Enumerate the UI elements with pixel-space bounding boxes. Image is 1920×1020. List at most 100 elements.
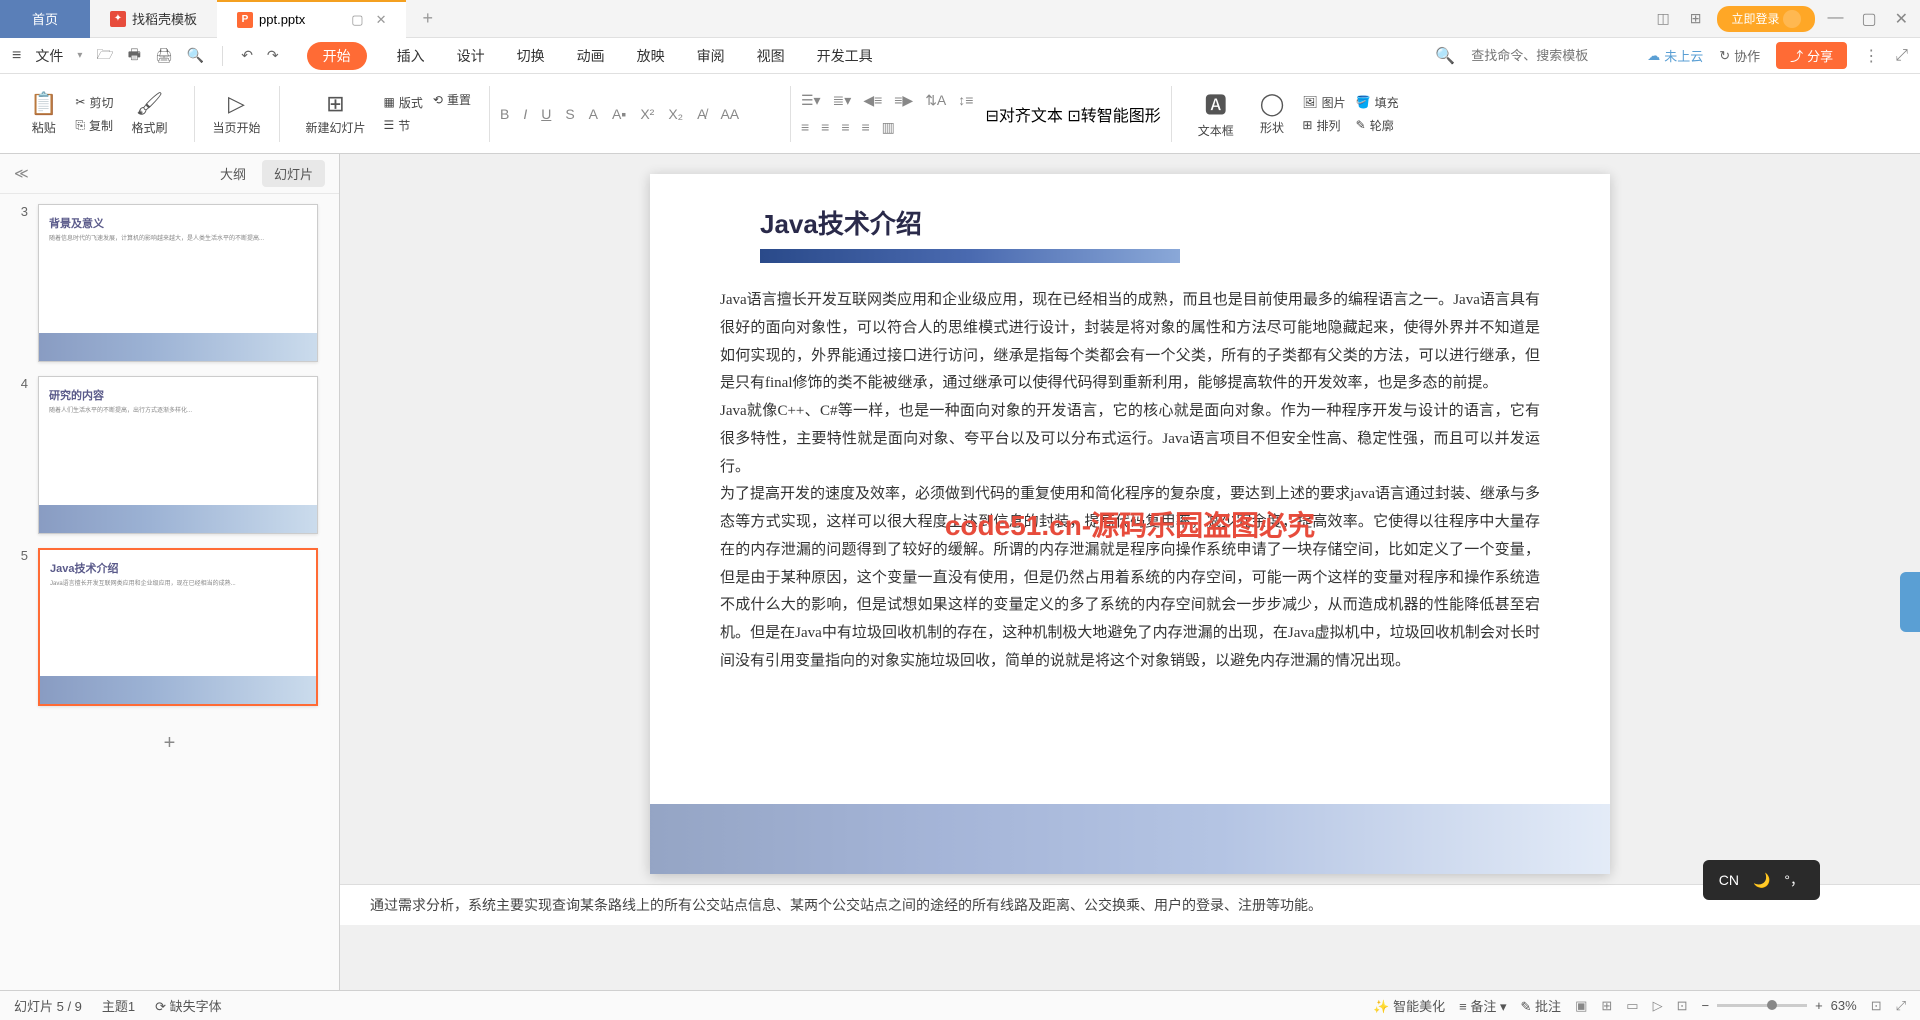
view-reading-icon[interactable]: ▭ bbox=[1626, 998, 1638, 1014]
italic-icon[interactable]: I bbox=[523, 106, 527, 122]
align-center-icon[interactable]: ≡ bbox=[821, 119, 829, 136]
strikethrough-icon[interactable]: S bbox=[565, 106, 574, 122]
slide-canvas[interactable]: Java技术介绍 Java语言擅长开发互联网类应用和企业级应用，现在已经相当的成… bbox=[650, 174, 1610, 874]
bold-icon[interactable]: B bbox=[500, 106, 509, 122]
right-panel-tab[interactable] bbox=[1900, 572, 1920, 632]
text-direction-icon[interactable]: ⇅A bbox=[925, 92, 946, 109]
new-tab-button[interactable]: + bbox=[406, 8, 449, 29]
slide-thumb-5[interactable]: 5 Java技术介绍 Java语言擅长开发互联网类应用和企业级应用，现在已经相当… bbox=[14, 548, 325, 706]
hamburger-icon[interactable]: ≡ bbox=[12, 47, 21, 65]
missing-font-indicator[interactable]: ⟳ 缺失字体 bbox=[155, 996, 222, 1015]
beautify-button[interactable]: ✨ 智能美化 bbox=[1373, 996, 1445, 1015]
copy-button[interactable]: ⎘复制 bbox=[75, 117, 113, 134]
collab-button[interactable]: ↻ 协作 bbox=[1719, 46, 1760, 65]
clear-format-icon[interactable]: A̸ bbox=[697, 106, 706, 122]
fit-icon[interactable]: ⊡ bbox=[1871, 998, 1882, 1014]
numbering-icon[interactable]: ≣▾ bbox=[833, 92, 852, 109]
more-icon[interactable]: ⋮ bbox=[1863, 46, 1879, 66]
underline-icon[interactable]: U bbox=[541, 106, 551, 122]
save-icon[interactable]: 🖶 bbox=[128, 44, 141, 68]
align-justify-icon[interactable]: ≡ bbox=[861, 119, 869, 136]
menu-tab-start[interactable]: 开始 bbox=[307, 42, 367, 70]
notes-button[interactable]: ≡ 备注 ▾ bbox=[1459, 996, 1506, 1015]
align-left-icon[interactable]: ≡ bbox=[801, 119, 809, 136]
cloud-status[interactable]: ☁ 未上云 bbox=[1647, 46, 1703, 65]
menu-tab-view[interactable]: 视图 bbox=[755, 42, 787, 70]
textbox-button[interactable]: 🅰 文本框 bbox=[1190, 88, 1242, 139]
view-slideshow-icon[interactable]: ▷ bbox=[1653, 998, 1663, 1014]
font-effects-icon[interactable]: AA bbox=[720, 106, 739, 122]
menu-tab-slideshow[interactable]: 放映 bbox=[635, 42, 667, 70]
section-button[interactable]: ☰节 bbox=[384, 117, 423, 134]
slide-thumb-3[interactable]: 3 背景及意义 随着信息时代的飞速发展，计算机的影响越来越大，是人类生活水平的不… bbox=[14, 204, 325, 362]
zoom-slider[interactable] bbox=[1717, 1004, 1807, 1007]
reset-button[interactable]: ⟲重置 bbox=[433, 91, 471, 108]
search-icon[interactable]: 🔍 bbox=[1435, 46, 1455, 66]
fill-button[interactable]: 🪣填充 bbox=[1356, 94, 1399, 111]
tab-close-icon[interactable]: ✕ bbox=[376, 12, 387, 28]
undo-icon[interactable]: ↶ bbox=[241, 47, 253, 64]
collapse-sidebar-icon[interactable]: ≪ bbox=[14, 165, 29, 182]
maximize-icon[interactable]: ▢ bbox=[1861, 9, 1876, 29]
comments-button[interactable]: ✎ 批注 bbox=[1521, 996, 1562, 1015]
login-button[interactable]: 立即登录 bbox=[1717, 6, 1815, 32]
layout-button[interactable]: ▦版式 bbox=[384, 94, 423, 111]
share-button[interactable]: ⤴ 分享 bbox=[1776, 42, 1847, 69]
home-tab[interactable]: 首页 bbox=[0, 0, 90, 38]
file-menu[interactable]: 文件 bbox=[35, 46, 63, 66]
fullscreen-icon[interactable]: ⤢ bbox=[1896, 998, 1906, 1014]
menu-tab-design[interactable]: 设计 bbox=[455, 42, 487, 70]
align-right-icon[interactable]: ≡ bbox=[841, 119, 849, 136]
view-sorter-icon[interactable]: ⊞ bbox=[1601, 998, 1612, 1014]
file-tab[interactable]: P ppt.pptx ▢ ✕ bbox=[217, 0, 406, 38]
zoom-out-icon[interactable]: − bbox=[1701, 998, 1709, 1013]
cut-button[interactable]: ✂剪切 bbox=[75, 94, 113, 111]
template-tab[interactable]: ✦ 找稻壳模板 bbox=[90, 0, 217, 38]
zoom-in-icon[interactable]: + bbox=[1815, 998, 1823, 1013]
view-grid-icon[interactable]: ⊡ bbox=[1677, 998, 1688, 1014]
indent-decrease-icon[interactable]: ◀≡ bbox=[863, 92, 882, 109]
print-icon[interactable]: 🖨 bbox=[155, 47, 173, 64]
tab-window-icon[interactable]: ▢ bbox=[351, 12, 363, 28]
search-input[interactable] bbox=[1471, 48, 1631, 63]
redo-icon[interactable]: ↷ bbox=[267, 47, 279, 64]
menu-tab-dev[interactable]: 开发工具 bbox=[815, 42, 875, 70]
menu-tab-transition[interactable]: 切换 bbox=[515, 42, 547, 70]
layout-icon[interactable]: ◫ bbox=[1652, 6, 1673, 31]
view-normal-icon[interactable]: ▣ bbox=[1575, 998, 1587, 1014]
minimize-icon[interactable]: — bbox=[1827, 9, 1843, 29]
slides-tab[interactable]: 幻灯片 bbox=[262, 160, 325, 187]
apps-icon[interactable]: ⊞ bbox=[1686, 6, 1706, 31]
menu-tab-animation[interactable]: 动画 bbox=[575, 42, 607, 70]
shape-button[interactable]: ◯ 形状 bbox=[1252, 91, 1293, 136]
picture-button[interactable]: 🖼图片 bbox=[1302, 94, 1345, 111]
format-painter-button[interactable]: 🖌 格式刷 bbox=[123, 91, 175, 136]
outline-tab[interactable]: 大纲 bbox=[208, 160, 258, 187]
indent-increase-icon[interactable]: ≡▶ bbox=[894, 92, 913, 109]
font-color-icon[interactable]: A bbox=[589, 106, 598, 122]
close-icon[interactable]: ✕ bbox=[1895, 9, 1908, 29]
line-spacing-icon[interactable]: ↕≡ bbox=[958, 92, 973, 109]
new-slide-button[interactable]: ⊞ 新建幻灯片 bbox=[298, 91, 374, 136]
add-slide-button[interactable]: + bbox=[14, 720, 325, 767]
open-icon[interactable]: 🗁 bbox=[96, 44, 113, 68]
menu-tab-insert[interactable]: 插入 bbox=[395, 42, 427, 70]
subscript-icon[interactable]: X₂ bbox=[668, 106, 683, 122]
smart-graphic-button[interactable]: ⊡转智能图形 bbox=[1067, 108, 1160, 125]
align-text-button[interactable]: ⊟对齐文本 bbox=[985, 108, 1062, 125]
theme-indicator[interactable]: 主题1 bbox=[102, 996, 135, 1015]
from-current-button[interactable]: ▷ 当页开始 bbox=[205, 91, 269, 136]
bullets-icon[interactable]: ☰▾ bbox=[801, 92, 821, 109]
slide-thumb-4[interactable]: 4 研究的内容 随着人们生活水平的不断提高，出行方式逐渐多样化... bbox=[14, 376, 325, 534]
arrange-button[interactable]: ⊞排列 bbox=[1302, 117, 1345, 134]
superscript-icon[interactable]: X² bbox=[640, 106, 654, 122]
outline-button[interactable]: ✎轮廓 bbox=[1356, 117, 1399, 134]
menu-tab-review[interactable]: 审阅 bbox=[695, 42, 727, 70]
columns-icon[interactable]: ▥ bbox=[882, 119, 895, 136]
paste-button[interactable]: 📋 粘贴 bbox=[22, 91, 65, 136]
zoom-control[interactable]: − + 63% bbox=[1701, 998, 1856, 1013]
highlight-icon[interactable]: A▪ bbox=[612, 106, 626, 122]
notes-bar[interactable]: 通过需求分析，系统主要实现查询某条路线上的所有公交站点信息、某两个公交站点之间的… bbox=[340, 884, 1920, 925]
preview-icon[interactable]: 🔍 bbox=[187, 47, 204, 64]
expand-icon[interactable]: ⤢ bbox=[1895, 47, 1908, 65]
